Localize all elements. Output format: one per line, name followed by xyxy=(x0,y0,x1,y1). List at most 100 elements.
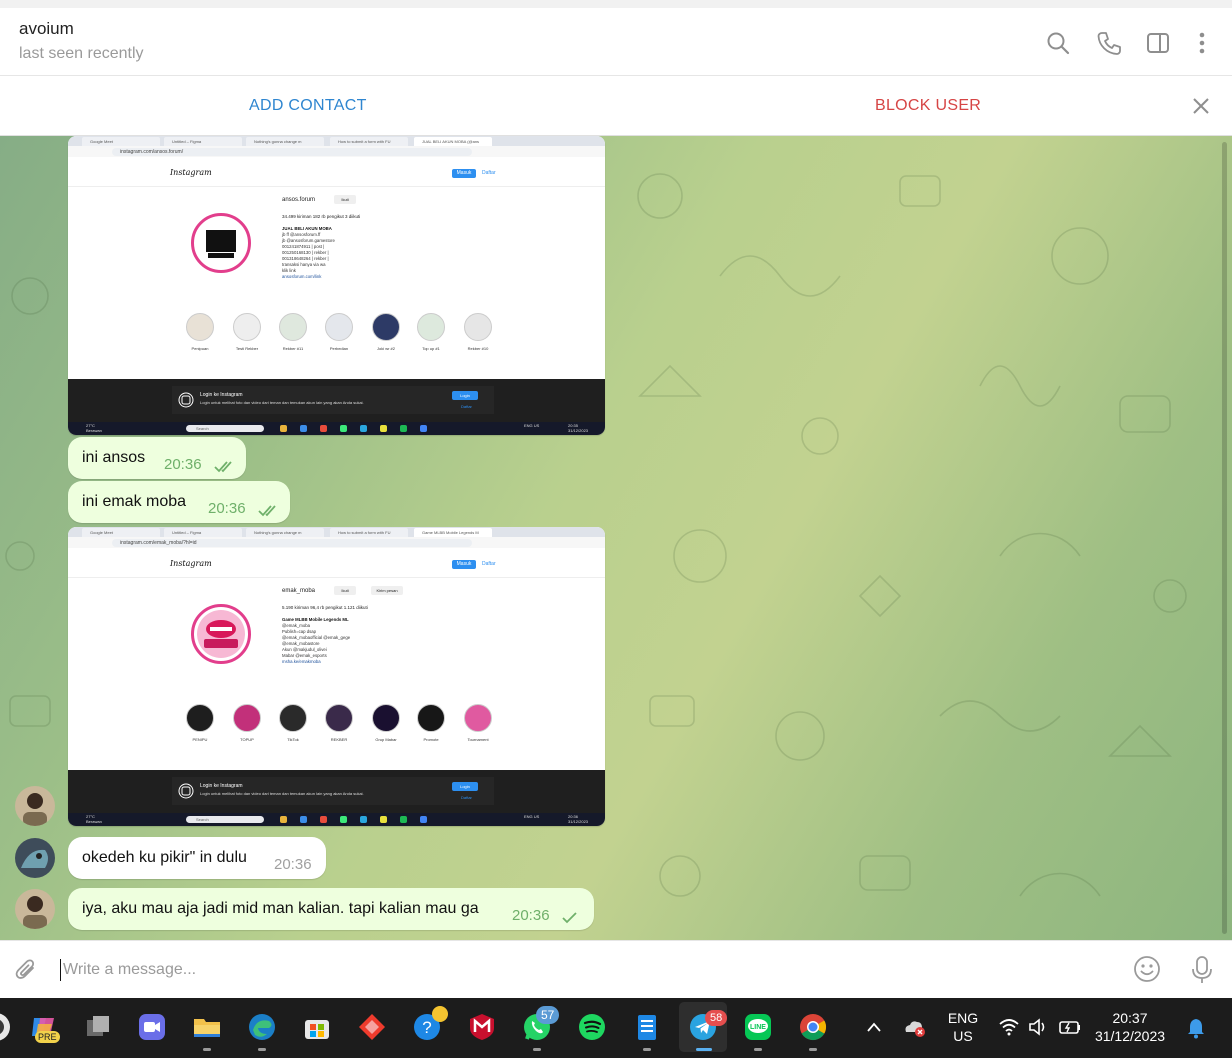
login-banner: Login ke Instagram Login untuk melihat f… xyxy=(68,770,605,813)
notepad-icon[interactable] xyxy=(632,1012,662,1042)
chrome-icon[interactable] xyxy=(798,1012,828,1042)
masuk-button: Masuk xyxy=(452,169,476,178)
login-subtitle: Login untuk melihat foto dan video dari … xyxy=(200,791,364,796)
message-bubble-out[interactable]: ini emak moba 20:36 xyxy=(68,481,290,523)
mini-app-icon xyxy=(320,816,327,823)
clock-time: 20:37 xyxy=(1112,1010,1148,1026)
mcafee-icon[interactable] xyxy=(467,1012,497,1042)
browser-tab-bar: Google Meet Untitled – Figma Nothing's g… xyxy=(68,136,605,146)
mini-search: Search xyxy=(186,816,264,823)
phone-icon[interactable] xyxy=(1096,30,1122,56)
whatsapp-unread-badge: 57 xyxy=(536,1006,560,1024)
spotify-icon[interactable] xyxy=(577,1012,607,1042)
highlight-label: Perbedian xyxy=(329,346,349,351)
browser-tab: How to submit a form with FU xyxy=(330,528,408,537)
avatar[interactable] xyxy=(15,838,55,878)
contact-name[interactable]: avoium xyxy=(19,19,74,39)
more-vertical-icon[interactable] xyxy=(1189,30,1215,56)
mini-app-icon xyxy=(280,425,287,432)
image-message-ansos[interactable]: Google Meet Untitled – Figma Nothing's g… xyxy=(68,136,605,435)
running-indicator xyxy=(533,1048,541,1051)
running-indicator xyxy=(809,1048,817,1051)
file-explorer-icon[interactable] xyxy=(192,1012,222,1042)
mini-tray-lang: ENG US xyxy=(524,423,540,428)
copilot-pre-badge: PRE xyxy=(35,1031,60,1043)
volume-icon[interactable] xyxy=(1028,1018,1048,1036)
mini-weather: 27°C Berawan xyxy=(86,814,102,824)
follow-button: Ikuti xyxy=(334,195,356,204)
zoom-icon[interactable] xyxy=(137,1012,167,1042)
telegram-unread-badge: 58 xyxy=(705,1010,728,1026)
notification-dot xyxy=(432,1006,448,1022)
mini-app-icon xyxy=(340,816,347,823)
edge-icon[interactable] xyxy=(247,1012,277,1042)
language-indicator[interactable]: ENG US xyxy=(944,1009,982,1045)
mini-app-icon xyxy=(340,425,347,432)
task-view-icon[interactable] xyxy=(83,1012,113,1042)
language-code: ENG xyxy=(947,1010,979,1026)
emoji-icon[interactable] xyxy=(1133,955,1161,983)
notification-bell-icon[interactable] xyxy=(1186,1017,1206,1039)
message-input[interactable]: Write a message... xyxy=(63,961,196,979)
highlight-circle xyxy=(233,313,261,341)
highlight-circle xyxy=(417,313,445,341)
sidebar-toggle-icon[interactable] xyxy=(1145,30,1171,56)
svg-text:?: ? xyxy=(422,1018,431,1037)
masuk-button: Masuk xyxy=(452,560,476,569)
message-text: iya, aku mau aja jadi mid man kalian. ta… xyxy=(82,900,479,917)
mini-tray-clock: 20:36 31/12/2023 xyxy=(568,814,588,824)
system-clock[interactable]: 20:37 31/12/2023 xyxy=(1094,1009,1166,1045)
login-daftar-link: Daftar xyxy=(461,795,472,800)
message-bubble-in[interactable]: okedeh ku pikir" in dulu 20:36 xyxy=(68,837,326,879)
highlight-label: Tournament xyxy=(467,737,489,742)
mini-weather-desc: Berawan xyxy=(86,818,102,824)
block-user-button[interactable]: BLOCK USER xyxy=(875,97,981,115)
chevron-up-icon[interactable] xyxy=(866,1020,882,1034)
window-top-strip xyxy=(0,0,1232,8)
mini-app-icon xyxy=(300,816,307,823)
browser-tab: How to submit a form with FU xyxy=(330,137,408,146)
highlight-label: Rekber #11 xyxy=(282,346,304,351)
search-icon[interactable] xyxy=(1045,30,1071,56)
mini-app-icon xyxy=(420,816,427,823)
anydesk-icon[interactable] xyxy=(357,1012,387,1042)
profile-bio: JUAL BELI AKUN MOBA jb ff @ansosforum.ff… xyxy=(282,226,392,280)
message-text: ini ansos xyxy=(82,449,146,466)
daftar-link: Daftar xyxy=(482,561,496,567)
profile-avatar xyxy=(191,213,251,273)
message-bubble-out[interactable]: iya, aku mau aja jadi mid man kalian. ta… xyxy=(68,888,594,930)
add-contact-button[interactable]: ADD CONTACT xyxy=(249,97,367,115)
mini-tray-clock: 20:35 31/12/2023 xyxy=(568,423,589,433)
close-icon[interactable] xyxy=(1190,95,1212,117)
follow-button: Ikuti xyxy=(334,586,356,595)
chat-scrollbar[interactable] xyxy=(1222,142,1227,934)
browser-tab: Untitled – Figma xyxy=(164,528,242,537)
browser-tab-active: JUAL BELI AKUN MOBA (@ans xyxy=(414,137,492,146)
highlight-label: Testi Rekber xyxy=(235,346,259,351)
onedrive-offline-icon[interactable] xyxy=(902,1016,926,1038)
attach-icon[interactable] xyxy=(14,957,40,983)
line-icon[interactable]: LINE xyxy=(743,1012,773,1042)
wifi-icon[interactable] xyxy=(998,1018,1020,1036)
login-button: Login xyxy=(452,782,478,791)
message-bubble-out[interactable]: ini ansos 20:36 xyxy=(68,437,246,479)
highlight-circle xyxy=(464,704,492,732)
highlight-label: TOPUP xyxy=(240,737,254,742)
clock-date: 31/12/2023 xyxy=(1094,1028,1166,1044)
avatar[interactable] xyxy=(15,889,55,929)
login-box: Login ke Instagram Login untuk melihat f… xyxy=(172,386,494,414)
microsoft-store-icon[interactable] xyxy=(302,1012,332,1042)
image-message-emak-moba[interactable]: Google Meet Untitled – Figma Nothing's g… xyxy=(68,527,605,826)
mini-tray-date: 31/12/2023 xyxy=(568,427,589,433)
profile-username: emak_moba xyxy=(282,588,316,594)
login-banner: Login ke Instagram Login untuk melihat f… xyxy=(68,379,605,422)
avatar[interactable] xyxy=(15,786,55,826)
browser-tab-bar: Google Meet Untitled – Figma Nothing's g… xyxy=(68,527,605,537)
start-button-partial-icon[interactable] xyxy=(0,1010,12,1044)
message-time: 20:36 xyxy=(208,500,246,517)
message-text: ini emak moba xyxy=(82,493,187,510)
battery-icon[interactable] xyxy=(1058,1018,1082,1036)
highlight-label: Top up #1 xyxy=(422,346,440,351)
running-indicator xyxy=(203,1048,211,1051)
microphone-icon[interactable] xyxy=(1190,955,1214,985)
